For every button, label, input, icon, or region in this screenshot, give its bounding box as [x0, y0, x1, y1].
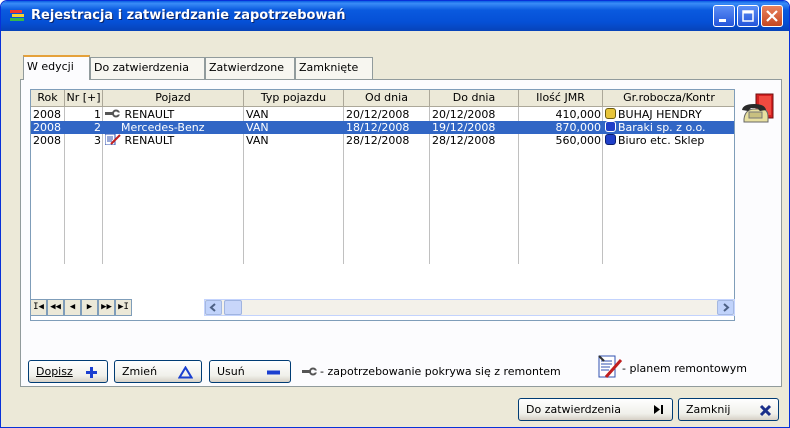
col-header-rok[interactable]: Rok [31, 90, 65, 107]
nav-next-page-button[interactable]: ▶▶ [98, 299, 115, 316]
cell-nr: 1 [94, 108, 101, 121]
cell-gr: BUHAJ HENDRY [603, 108, 734, 121]
nav-last-button[interactable]: ▶I [115, 299, 132, 316]
chevron-left-icon [209, 303, 216, 312]
cell-nr: 2 [94, 121, 101, 134]
window-title: Rejestracja i zatwierdzanie zapotrzebowa… [31, 8, 346, 23]
close-button-label: Zamknij [686, 403, 731, 416]
cell-ilosc: 870,000 [555, 121, 602, 134]
scroll-thumb[interactable] [224, 300, 242, 315]
table-row[interactable]: 2008 2 Mercedes-Benz VAN 18/12/2008 19/1… [31, 121, 734, 134]
group-name: Biuro etc. Sklep [618, 134, 705, 147]
cell-od-dnia: 18/12/2008 [346, 121, 410, 134]
cell-rok: 2008 [33, 134, 61, 147]
col-header-nr[interactable]: Nr [+] [65, 90, 103, 107]
chevron-right-icon [723, 303, 730, 312]
cell-typ: VAN [246, 108, 269, 121]
nav-next-button[interactable]: ▶ [81, 299, 98, 316]
cell-do-dnia: 20/12/2008 [432, 108, 496, 121]
main-window: Rejestracja i zatwierdzanie zapotrzebowa… [0, 0, 790, 428]
cell-od-dnia: 20/12/2008 [346, 108, 410, 121]
horizontal-scrollbar[interactable] [204, 299, 735, 316]
cell-pojazd: Mercedes-Benz [103, 121, 244, 134]
add-button-label: Dopisz [36, 365, 73, 378]
legend-plan-text: - planem remontowym [622, 362, 747, 375]
repair-link-icon [302, 366, 318, 380]
cell-ilosc: 410,000 [555, 108, 602, 121]
close-window-button[interactable] [761, 5, 783, 27]
col-header-typ[interactable]: Typ pojazdu [244, 90, 344, 107]
cell-typ: VAN [246, 134, 269, 147]
cell-pojazd: RENAULT [103, 134, 244, 147]
delete-button-label: Usuń [217, 365, 245, 378]
cell-typ: VAN [246, 121, 269, 134]
maximize-button[interactable] [737, 5, 759, 27]
nav-prev-button[interactable]: ◀ [64, 299, 81, 316]
repair-plan-icon [597, 354, 623, 383]
cell-rok: 2008 [33, 108, 61, 121]
person-icon [605, 108, 616, 119]
minimize-icon [719, 19, 726, 22]
cell-od-dnia: 28/12/2008 [346, 134, 410, 147]
company-icon [605, 121, 616, 132]
plus-icon [86, 367, 97, 378]
send-for-approval-label: Do zatwierdzenia [526, 403, 621, 416]
nav-first-button[interactable]: I◀ [30, 299, 47, 316]
delete-button[interactable]: Usuń [209, 360, 291, 383]
repair-link-icon [105, 109, 121, 118]
cell-rok: 2008 [33, 121, 61, 134]
app-icon [9, 9, 27, 23]
tab-zatwierdzone[interactable]: Zatwierdzone [205, 57, 295, 79]
cell-do-dnia: 28/12/2008 [432, 134, 496, 147]
legend-repair-text: - zapotrzebowanie pokrywa się z remontem [320, 365, 561, 378]
repair-plan-icon [104, 134, 121, 146]
edit-button-label: Zmień [122, 365, 158, 378]
table-row[interactable]: 2008 1 RENAULT VAN 20/12/2008 20/12/2008… [31, 108, 734, 121]
vehicle-name: RENAULT [124, 108, 175, 121]
edit-button[interactable]: Zmień [114, 360, 202, 383]
vehicle-name: RENAULT [124, 134, 175, 147]
add-button[interactable]: Dopisz [28, 360, 108, 383]
send-for-approval-button[interactable]: Do zatwierdzenia [518, 398, 673, 421]
vehicle-name: Mercedes-Benz [121, 121, 205, 134]
scroll-left-button[interactable] [205, 300, 222, 315]
col-header-gr[interactable]: Gr.robocza/Kontr [603, 90, 734, 107]
col-header-ilosc[interactable]: Ilość JMR [519, 90, 603, 107]
close-icon [759, 404, 772, 417]
group-name: BUHAJ HENDRY [618, 108, 702, 121]
col-header-pojazd[interactable]: Pojazd [103, 90, 244, 107]
cell-do-dnia: 19/12/2008 [432, 121, 496, 134]
cell-gr: Baraki sp. z o.o. [603, 121, 734, 134]
close-icon [766, 10, 778, 22]
maximize-icon [742, 10, 754, 22]
nav-prev-page-button[interactable]: ◀◀ [47, 299, 64, 316]
company-icon [605, 134, 616, 145]
skip-forward-icon [654, 405, 663, 414]
cell-nr: 3 [94, 134, 101, 147]
tab-zamkniete[interactable]: Zamknięte [295, 57, 373, 79]
cell-gr: Biuro etc. Sklep [603, 134, 734, 147]
phone-book-icon [741, 93, 777, 130]
tab-do-zatwierdzenia[interactable]: Do zatwierdzenia [90, 57, 205, 79]
triangle-up-icon [178, 366, 193, 379]
col-header-do-dnia[interactable]: Do dnia [430, 90, 519, 107]
scroll-right-button[interactable] [717, 300, 734, 315]
minus-icon [267, 370, 280, 375]
table-row[interactable]: 2008 3 RENAULT VAN 28/12/2008 28/12/2008… [31, 134, 734, 147]
tab-panel: Rok Nr [+] Pojazd Typ pojazdu Od dnia Do… [20, 79, 782, 387]
close-button[interactable]: Zamknij [678, 398, 779, 421]
cell-pojazd: RENAULT [103, 108, 244, 121]
tab-w-edycji[interactable]: W edycji [23, 55, 90, 80]
cell-ilosc: 560,000 [555, 134, 602, 147]
group-name: Baraki sp. z o.o. [618, 121, 706, 134]
requests-table[interactable]: Rok Nr [+] Pojazd Typ pojazdu Od dnia Do… [30, 89, 735, 321]
minimize-button[interactable] [713, 5, 735, 27]
col-header-od-dnia[interactable]: Od dnia [344, 90, 430, 107]
title-bar[interactable]: Rejestracja i zatwierdzanie zapotrzebowa… [1, 1, 789, 31]
